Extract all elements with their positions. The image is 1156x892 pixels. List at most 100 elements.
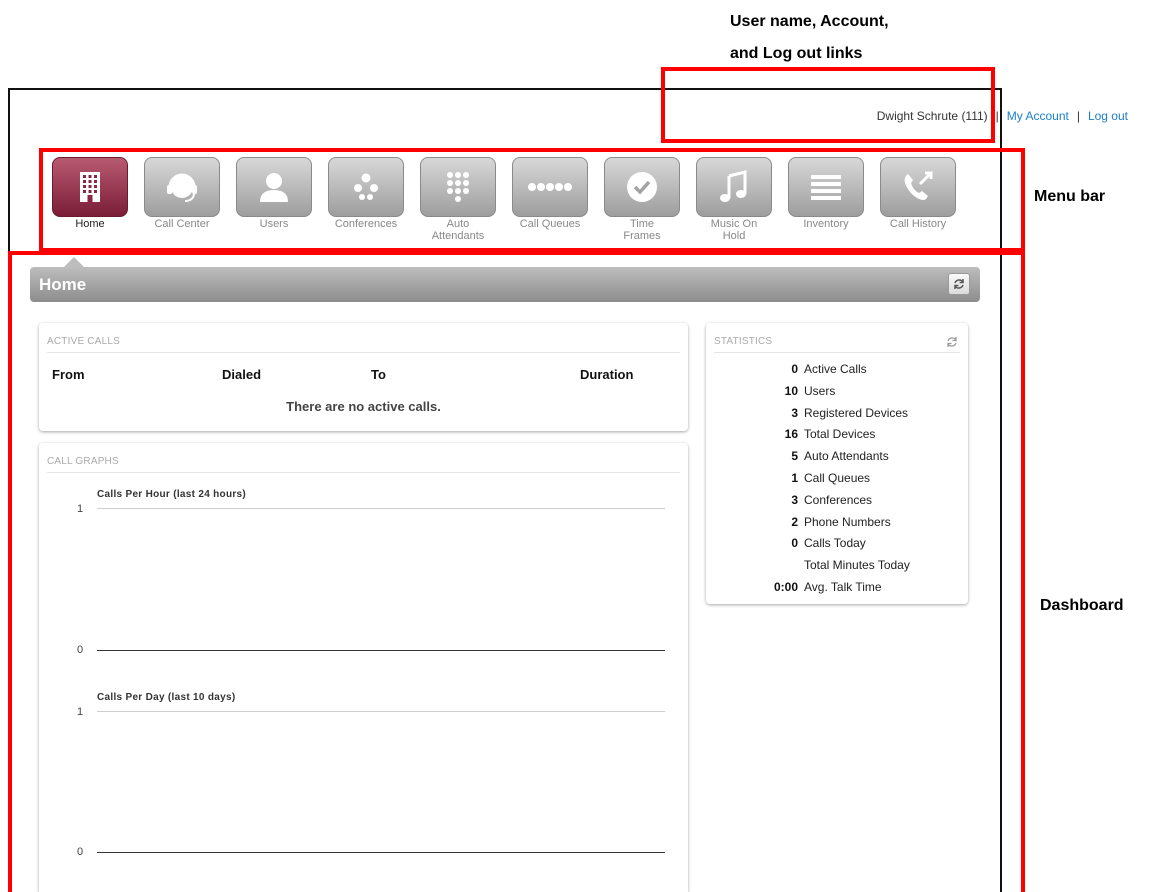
- stat-value: 3: [791, 492, 798, 507]
- menu-item-music-on-hold[interactable]: Music On Hold: [696, 157, 772, 242]
- stat-label: Active Calls: [804, 362, 867, 376]
- menu-tile: [880, 157, 956, 217]
- page-header: Home: [30, 267, 980, 302]
- empty-message: There are no active calls.: [286, 399, 441, 414]
- menu-label: Call Queues: [519, 218, 581, 230]
- panel-title: CALL GRAPHS: [47, 456, 119, 467]
- divider: [47, 472, 680, 473]
- stat-row: 0 Calls Today: [706, 536, 968, 558]
- active-calls-panel: ACTIVE CALLS From Dialed To Duration The…: [39, 323, 688, 431]
- stat-label: Auto Attendants: [804, 449, 889, 464]
- menu-item-call-center[interactable]: Call Center: [144, 157, 220, 242]
- headset-icon: [167, 173, 197, 202]
- graph-baseline: [97, 852, 665, 853]
- stat-row: 0:00 Avg. Talk Time: [706, 580, 968, 602]
- divider: [714, 352, 960, 353]
- page-title: Home: [39, 275, 87, 294]
- menu-item-users[interactable]: Users: [236, 157, 312, 242]
- phone-arrows-icon: [904, 171, 933, 200]
- graph-title: Calls Per Hour (last 24 hours): [97, 489, 247, 500]
- stat-value: 0: [791, 362, 798, 376]
- stat-value: 0: [791, 536, 798, 551]
- menu-tile: [52, 157, 128, 217]
- stat-row: 2 Phone Numbers: [706, 515, 968, 537]
- stat-value: 3: [791, 405, 798, 420]
- menu-tile: [604, 157, 680, 217]
- panel-title: ACTIVE CALLS: [47, 336, 120, 347]
- graph-top-line: [97, 711, 665, 712]
- active-menu-caret: [64, 257, 84, 267]
- stat-row: 3 Registered Devices: [706, 406, 968, 428]
- stats-refresh-button[interactable]: [946, 335, 958, 353]
- menu-tile: [144, 157, 220, 217]
- refresh-button[interactable]: [948, 273, 970, 295]
- stat-row: 1 Call Queues: [706, 471, 968, 493]
- menu-tile: [236, 157, 312, 217]
- keypad-icon: [447, 172, 469, 202]
- menu-item-inventory[interactable]: Inventory: [788, 157, 864, 242]
- user-bar: Dwight Schrute (111) | My Account | Log …: [877, 109, 1128, 123]
- stat-value: 2: [791, 514, 798, 529]
- menu-item-home[interactable]: Home: [52, 157, 128, 242]
- graph-top-line: [97, 508, 665, 509]
- panel-title: STATISTICS: [714, 336, 773, 347]
- column-header-from: From: [52, 367, 85, 382]
- y-axis-min-label: 0: [77, 644, 84, 656]
- stat-label: Avg. Talk Time: [804, 580, 882, 594]
- list-lines-icon: [811, 175, 841, 200]
- menu-label: Home: [75, 218, 105, 230]
- menu-label: Users: [259, 218, 289, 230]
- stat-value: 0:00: [773, 580, 798, 594]
- stat-value: 1: [791, 471, 798, 485]
- y-axis-max-label: 1: [77, 503, 84, 515]
- stat-row: 5 Auto Attendants: [706, 449, 968, 471]
- menu-item-call-history[interactable]: Call History: [880, 157, 956, 242]
- stat-label: Conferences: [804, 492, 873, 507]
- stat-row: 0 Active Calls: [706, 362, 968, 384]
- stat-label: Total Minutes Today: [804, 558, 910, 573]
- menu-tile: [328, 157, 404, 217]
- divider: [47, 352, 680, 353]
- column-header-duration: Duration: [580, 367, 634, 382]
- menu-tile: [788, 157, 864, 217]
- menu-item-time-frames[interactable]: Time Frames: [604, 157, 680, 242]
- annotation-user-links-line1: User name, Account,: [730, 13, 889, 30]
- stat-row: 10 Users: [706, 384, 968, 406]
- dots-group-icon: [354, 173, 378, 200]
- call-graphs-panel: CALL GRAPHS Calls Per Hour (last 24 hour…: [39, 443, 688, 892]
- annotation-user-links-line2: and Log out links: [730, 45, 863, 62]
- menu-tile: [420, 157, 496, 217]
- menu-tile: [696, 157, 772, 217]
- menu-item-call-queues[interactable]: Call Queues: [512, 157, 588, 242]
- menu-tile: [512, 157, 588, 217]
- menu-label: Call History: [889, 218, 947, 230]
- menu-item-auto-attendants[interactable]: Auto Attendants: [420, 157, 496, 242]
- column-header-dialed: Dialed: [222, 367, 262, 382]
- y-axis-max-label: 1: [77, 706, 84, 718]
- statistics-panel: STATISTICS 0 Active Calls 10 Users 3 Register…: [706, 323, 968, 604]
- menu-item-conferences[interactable]: Conferences: [328, 157, 404, 242]
- column-header-to: To: [371, 367, 386, 382]
- separator: |: [1076, 109, 1080, 123]
- menu-label: Conferences: [334, 218, 398, 230]
- menu-label: Call Center: [154, 218, 210, 230]
- user-name: Dwight Schrute (111): [876, 109, 988, 123]
- log-out-link[interactable]: Log out: [1088, 109, 1128, 123]
- my-account-link[interactable]: My Account: [1007, 109, 1069, 123]
- stat-label: Total Devices: [804, 427, 876, 442]
- building-icon: [80, 172, 100, 202]
- y-axis-min-label: 0: [77, 846, 84, 858]
- stat-label: Registered Devices: [804, 405, 909, 420]
- menu-label: Auto Attendants: [431, 218, 485, 242]
- stat-label: Call Queues: [804, 471, 871, 485]
- user-icon: [260, 173, 288, 202]
- refresh-icon: [954, 279, 964, 289]
- refresh-icon: [947, 337, 957, 347]
- graph-baseline: [97, 650, 665, 651]
- graph-title: Calls Per Day (last 10 days): [97, 692, 236, 703]
- clock-check-icon: [627, 172, 657, 202]
- menu-label: Inventory: [803, 218, 849, 230]
- dots-row-icon: [528, 183, 572, 191]
- separator: |: [995, 109, 999, 123]
- music-note-icon: [720, 170, 747, 202]
